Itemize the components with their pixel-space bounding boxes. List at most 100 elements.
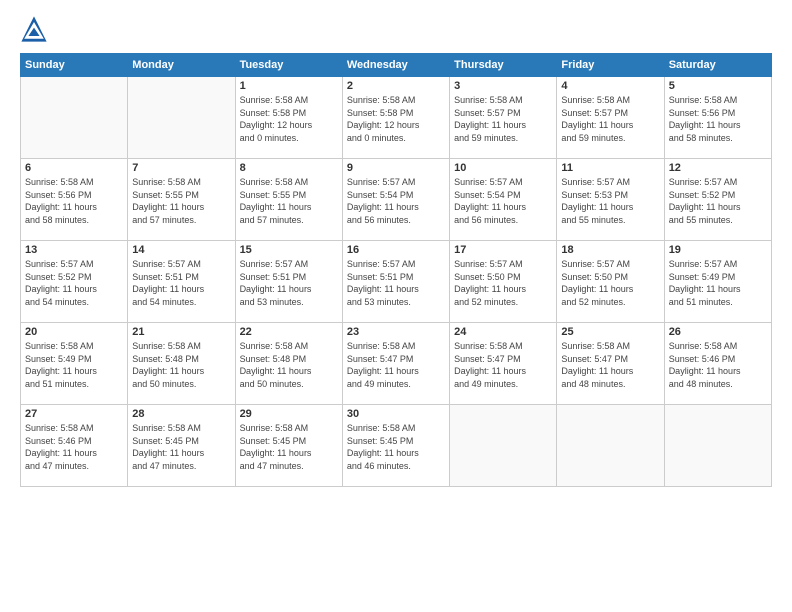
day-number: 24 — [454, 326, 552, 338]
calendar-cell — [450, 405, 557, 487]
calendar-cell: 17 Sunrise: 5:57 AMSunset: 5:50 PMDayligh… — [450, 241, 557, 323]
day-number: 20 — [25, 326, 123, 338]
day-number: 8 — [240, 162, 338, 174]
day-info: Sunrise: 5:58 AMSunset: 5:49 PMDaylight:… — [25, 340, 123, 390]
day-number: 25 — [561, 326, 659, 338]
day-info: Sunrise: 5:58 AMSunset: 5:47 PMDaylight:… — [347, 340, 445, 390]
day-info: Sunrise: 5:58 AMSunset: 5:47 PMDaylight:… — [454, 340, 552, 390]
column-header-wednesday: Wednesday — [342, 54, 449, 77]
day-number: 13 — [25, 244, 123, 256]
day-info: Sunrise: 5:57 AMSunset: 5:51 PMDaylight:… — [240, 258, 338, 308]
day-info: Sunrise: 5:58 AMSunset: 5:48 PMDaylight:… — [240, 340, 338, 390]
calendar-cell — [21, 77, 128, 159]
calendar-cell: 22Sunrise: 5:58 AMSunset: 5:48 PMDayligh… — [235, 323, 342, 405]
day-number: 12 — [669, 162, 767, 174]
day-info: Sunrise: 5:58 AMSunset: 5:57 PMDaylight:… — [561, 94, 659, 144]
day-info: Sunrise: 5:57 AMSunset: 5:54 PMDaylight:… — [347, 176, 445, 226]
calendar-cell: 29 Sunrise: 5:58 AMSunset: 5:45 PMDayligh… — [235, 405, 342, 487]
calendar-cell: 24 Sunrise: 5:58 AMSunset: 5:47 PMDayligh… — [450, 323, 557, 405]
calendar-header-row: SundayMondayTuesdayWednesdayThursdayFrid… — [21, 54, 772, 77]
calendar-cell: 30Sunrise: 5:58 AMSunset: 5:45 PMDayligh… — [342, 405, 449, 487]
calendar-cell: 23 Sunrise: 5:58 AMSunset: 5:47 PMDayligh… — [342, 323, 449, 405]
day-number: 1 — [240, 80, 338, 92]
column-header-tuesday: Tuesday — [235, 54, 342, 77]
calendar-cell: 1 Sunrise: 5:58 AMSunset: 5:58 PMDaylight… — [235, 77, 342, 159]
day-number: 23 — [347, 326, 445, 338]
day-number: 17 — [454, 244, 552, 256]
day-number: 29 — [240, 408, 338, 420]
calendar-cell: 20 Sunrise: 5:58 AMSunset: 5:49 PMDayligh… — [21, 323, 128, 405]
calendar-cell: 15 Sunrise: 5:57 AMSunset: 5:51 PMDayligh… — [235, 241, 342, 323]
day-number: 30 — [347, 408, 445, 420]
day-info: Sunrise: 5:57 AMSunset: 5:50 PMDaylight:… — [454, 258, 552, 308]
calendar-cell: 13 Sunrise: 5:57 AMSunset: 5:52 PMDayligh… — [21, 241, 128, 323]
day-info: Sunrise: 5:57 AMSunset: 5:51 PMDaylight:… — [347, 258, 445, 308]
day-info: Sunrise: 5:58 AMSunset: 5:48 PMDaylight:… — [132, 340, 230, 390]
calendar-week-2: 6 Sunrise: 5:58 AMSunset: 5:56 PMDaylight… — [21, 159, 772, 241]
calendar-cell: 5Sunrise: 5:58 AMSunset: 5:56 PMDaylight… — [664, 77, 771, 159]
day-number: 14 — [132, 244, 230, 256]
calendar-cell — [557, 405, 664, 487]
day-info: Sunrise: 5:58 AMSunset: 5:57 PMDaylight:… — [454, 94, 552, 144]
calendar-cell: 27Sunrise: 5:58 AMSunset: 5:46 PMDayligh… — [21, 405, 128, 487]
column-header-sunday: Sunday — [21, 54, 128, 77]
day-number: 5 — [669, 80, 767, 92]
calendar-cell: 4Sunrise: 5:58 AMSunset: 5:57 PMDaylight… — [557, 77, 664, 159]
column-header-thursday: Thursday — [450, 54, 557, 77]
calendar-cell: 6 Sunrise: 5:58 AMSunset: 5:56 PMDaylight… — [21, 159, 128, 241]
calendar-cell: 8 Sunrise: 5:58 AMSunset: 5:55 PMDaylight… — [235, 159, 342, 241]
calendar-cell: 10Sunrise: 5:57 AMSunset: 5:54 PMDayligh… — [450, 159, 557, 241]
day-number: 3 — [454, 80, 552, 92]
day-number: 19 — [669, 244, 767, 256]
day-number: 2 — [347, 80, 445, 92]
day-info: Sunrise: 5:57 AMSunset: 5:52 PMDaylight:… — [25, 258, 123, 308]
day-info: Sunrise: 5:58 AMSunset: 5:45 PMDaylight:… — [240, 422, 338, 472]
calendar-cell: 25 Sunrise: 5:58 AMSunset: 5:47 PMDayligh… — [557, 323, 664, 405]
calendar-table: SundayMondayTuesdayWednesdayThursdayFrid… — [20, 53, 772, 487]
day-info: Sunrise: 5:57 AMSunset: 5:53 PMDaylight:… — [561, 176, 659, 226]
day-number: 26 — [669, 326, 767, 338]
calendar-cell — [128, 77, 235, 159]
column-header-saturday: Saturday — [664, 54, 771, 77]
calendar-cell: 19Sunrise: 5:57 AMSunset: 5:49 PMDayligh… — [664, 241, 771, 323]
calendar-cell: 3 Sunrise: 5:58 AMSunset: 5:57 PMDaylight… — [450, 77, 557, 159]
calendar-week-1: 1 Sunrise: 5:58 AMSunset: 5:58 PMDaylight… — [21, 77, 772, 159]
day-info: Sunrise: 5:57 AMSunset: 5:51 PMDaylight:… — [132, 258, 230, 308]
day-number: 7 — [132, 162, 230, 174]
calendar-week-5: 27Sunrise: 5:58 AMSunset: 5:46 PMDayligh… — [21, 405, 772, 487]
day-info: Sunrise: 5:58 AMSunset: 5:56 PMDaylight:… — [25, 176, 123, 226]
day-info: Sunrise: 5:58 AMSunset: 5:47 PMDaylight:… — [561, 340, 659, 390]
day-number: 10 — [454, 162, 552, 174]
day-number: 15 — [240, 244, 338, 256]
calendar-cell: 21 Sunrise: 5:58 AMSunset: 5:48 PMDayligh… — [128, 323, 235, 405]
column-header-friday: Friday — [557, 54, 664, 77]
calendar-week-4: 20 Sunrise: 5:58 AMSunset: 5:49 PMDayligh… — [21, 323, 772, 405]
calendar-cell: 28Sunrise: 5:58 AMSunset: 5:45 PMDayligh… — [128, 405, 235, 487]
day-number: 27 — [25, 408, 123, 420]
calendar-cell: 11 Sunrise: 5:57 AMSunset: 5:53 PMDayligh… — [557, 159, 664, 241]
day-info: Sunrise: 5:58 AMSunset: 5:55 PMDaylight:… — [240, 176, 338, 226]
day-info: Sunrise: 5:57 AMSunset: 5:52 PMDaylight:… — [669, 176, 767, 226]
calendar-cell: 7 Sunrise: 5:58 AMSunset: 5:55 PMDaylight… — [128, 159, 235, 241]
day-number: 18 — [561, 244, 659, 256]
day-number: 6 — [25, 162, 123, 174]
logo-icon — [20, 15, 48, 43]
day-number: 11 — [561, 162, 659, 174]
day-info: Sunrise: 5:58 AMSunset: 5:58 PMDaylight:… — [240, 94, 338, 144]
logo — [20, 15, 50, 43]
calendar-cell: 14 Sunrise: 5:57 AMSunset: 5:51 PMDayligh… — [128, 241, 235, 323]
calendar-cell: 18Sunrise: 5:57 AMSunset: 5:50 PMDayligh… — [557, 241, 664, 323]
day-info: Sunrise: 5:58 AMSunset: 5:58 PMDaylight:… — [347, 94, 445, 144]
calendar-cell: 2 Sunrise: 5:58 AMSunset: 5:58 PMDaylight… — [342, 77, 449, 159]
calendar-cell: 26 Sunrise: 5:58 AMSunset: 5:46 PMDayligh… — [664, 323, 771, 405]
header — [20, 15, 772, 43]
calendar-cell — [664, 405, 771, 487]
calendar-cell: 16Sunrise: 5:57 AMSunset: 5:51 PMDayligh… — [342, 241, 449, 323]
calendar-cell: 9 Sunrise: 5:57 AMSunset: 5:54 PMDaylight… — [342, 159, 449, 241]
column-header-monday: Monday — [128, 54, 235, 77]
calendar-week-3: 13 Sunrise: 5:57 AMSunset: 5:52 PMDayligh… — [21, 241, 772, 323]
day-number: 9 — [347, 162, 445, 174]
day-number: 21 — [132, 326, 230, 338]
day-info: Sunrise: 5:58 AMSunset: 5:46 PMDaylight:… — [669, 340, 767, 390]
day-info: Sunrise: 5:58 AMSunset: 5:55 PMDaylight:… — [132, 176, 230, 226]
